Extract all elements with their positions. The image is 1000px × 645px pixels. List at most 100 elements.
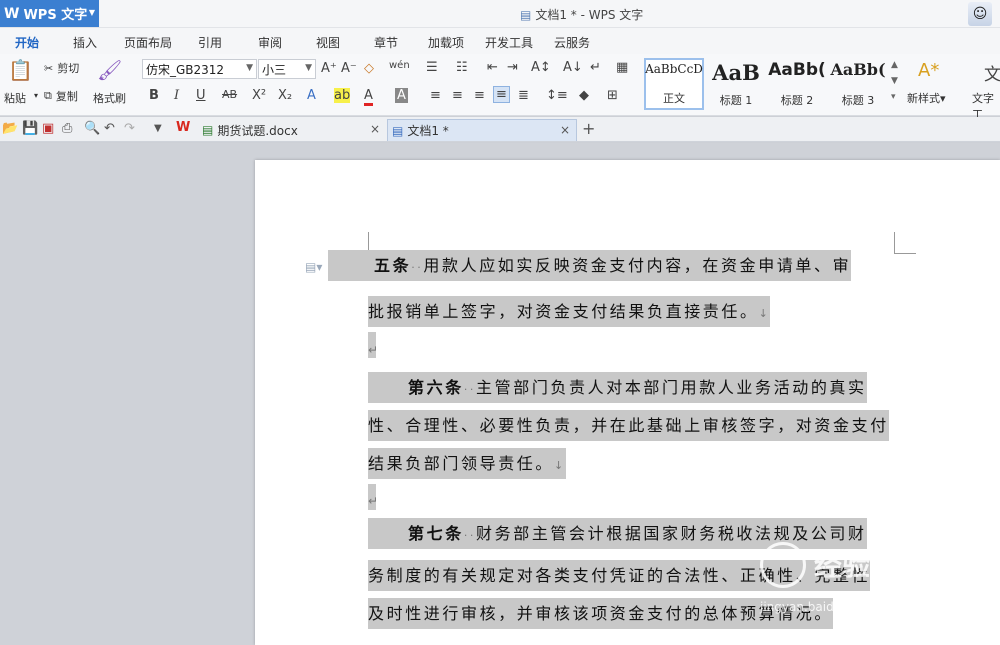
- underline-icon[interactable]: U: [196, 88, 206, 103]
- bold-icon[interactable]: B: [149, 88, 159, 103]
- clipboard-icon: 📋: [8, 58, 33, 82]
- show-marks-icon[interactable]: ↵: [590, 60, 601, 75]
- redo-icon[interactable]: ↷: [124, 121, 135, 136]
- print-icon[interactable]: ⎙: [62, 121, 72, 136]
- new-style-icon[interactable]: A*: [918, 60, 939, 81]
- new-tab-icon[interactable]: +: [582, 119, 595, 138]
- grow-font-icon[interactable]: A⁺: [321, 61, 337, 76]
- margin-corner-top-right: [894, 232, 916, 254]
- paragraph-shading-icon[interactable]: ◆: [579, 88, 589, 103]
- tab-home[interactable]: 开始: [10, 34, 44, 57]
- style-heading-3[interactable]: AaBb( 标题 3: [828, 58, 888, 110]
- paw-logo-icon: [760, 542, 806, 588]
- highlight-icon[interactable]: ab: [334, 88, 351, 103]
- scissors-icon: ✂: [44, 61, 54, 75]
- chevron-down-icon: ▼: [246, 63, 253, 73]
- style-heading-2[interactable]: AaBb( 标题 2: [767, 58, 827, 110]
- wps-home-icon[interactable]: W: [176, 120, 190, 135]
- paragraph-layout-icon[interactable]: ▤▾: [305, 260, 322, 274]
- app-menu-button[interactable]: W WPS 文字 ▼: [0, 0, 99, 27]
- doc-tab-futures-exam[interactable]: ▤ 期货试题.docx ×: [198, 119, 386, 141]
- align-right-icon[interactable]: ≡: [474, 88, 485, 103]
- save-icon[interactable]: 💾: [22, 121, 38, 136]
- format-painter-label[interactable]: 格式刷: [93, 90, 126, 106]
- chinese-layout-icon[interactable]: A↕: [531, 60, 551, 75]
- table-icon[interactable]: ▦: [616, 60, 628, 75]
- window-title: ▤ 文档1 * - WPS 文字: [520, 7, 644, 23]
- tab-view[interactable]: 视图: [316, 34, 340, 51]
- align-left-icon[interactable]: ≡: [430, 88, 441, 103]
- paragraph-6-line-2: 性、合理性、必要性负责，并在此基础上审核签字，对资金支付: [368, 410, 889, 441]
- paste-button[interactable]: 📋: [8, 58, 33, 82]
- tab-references[interactable]: 引用: [198, 34, 222, 51]
- align-center-icon[interactable]: ≡: [452, 88, 463, 103]
- paste-label[interactable]: 粘贴: [4, 90, 26, 106]
- chevron-down-icon[interactable]: ▾: [34, 91, 38, 100]
- style-normal[interactable]: AaBbCcD 正文: [644, 58, 704, 110]
- increase-indent-icon[interactable]: ⇥: [507, 60, 518, 75]
- font-size-select[interactable]: 小三 ▼: [258, 59, 316, 79]
- watermark-site: jingyan.baidu.com: [760, 600, 871, 614]
- paragraph-mark-icon: ↵: [368, 494, 379, 508]
- paragraph-6-line-1: 第六条··主管部门负责人对本部门用款人业务活动的真实: [368, 372, 867, 403]
- numbered-list-icon[interactable]: ☷: [456, 60, 468, 75]
- wps-logo-icon: W: [4, 5, 20, 22]
- doc-tab-document1[interactable]: ▤ 文档1 * ×: [387, 119, 577, 141]
- decrease-indent-icon[interactable]: ⇤: [487, 60, 498, 75]
- bullet-list-icon[interactable]: ☰: [426, 60, 438, 75]
- title-bar: W WPS 文字 ▼ ▤ 文档1 * - WPS 文字 ☺: [0, 0, 1000, 28]
- subscript-icon[interactable]: X₂: [278, 88, 292, 103]
- tab-review[interactable]: 审阅: [258, 34, 282, 51]
- char-shading-icon[interactable]: A: [395, 88, 408, 103]
- line-spacing-icon[interactable]: ↕≡: [546, 88, 568, 103]
- strikethrough-icon[interactable]: AB: [222, 88, 237, 101]
- sort-icon[interactable]: A↓: [563, 60, 583, 75]
- paragraph-5-line-2: 批报销单上签字，对资金支付结果负直接责任。↓: [368, 296, 771, 327]
- copy-button[interactable]: ⧉ 复制: [44, 88, 78, 104]
- baidu-jingyan-watermark: 经验 jingyan.baidu.com: [760, 530, 1000, 640]
- format-painter-button[interactable]: 🖌: [97, 58, 122, 82]
- export-pdf-icon[interactable]: ▣: [42, 121, 54, 136]
- quick-access-dropdown-icon[interactable]: ▼: [154, 123, 162, 134]
- tab-insert[interactable]: 插入: [73, 34, 97, 51]
- new-style-button[interactable]: 新样式 ▾: [907, 90, 946, 106]
- styles-scroll-up-icon[interactable]: ▲: [891, 60, 898, 70]
- paragraph-6-line-3: 结果负部门领导责任。↓: [368, 448, 566, 479]
- tab-sections[interactable]: 章节: [374, 34, 398, 51]
- text-tools-icon[interactable]: 文: [984, 60, 1000, 85]
- print-preview-icon[interactable]: 🔍: [84, 121, 100, 136]
- close-icon[interactable]: ×: [560, 123, 570, 137]
- font-name-select[interactable]: 仿宋_GB2312 ▼: [142, 59, 257, 79]
- paragraph-mark-icon: ↵: [368, 343, 379, 357]
- distributed-align-icon[interactable]: ≣: [518, 88, 529, 103]
- brush-icon: 🖌: [97, 58, 123, 82]
- tab-cloud-services[interactable]: 云服务: [554, 34, 590, 51]
- clear-format-icon[interactable]: ◇: [364, 61, 374, 76]
- ribbon-tabs: 开始 插入 页面布局 引用 审阅 视图 章节 加载项 开发工具 云服务: [0, 28, 1000, 57]
- undo-icon[interactable]: ↶: [104, 121, 115, 136]
- shrink-font-icon[interactable]: A⁻: [341, 61, 357, 76]
- paragraph-5-line-1: 五条··用款人应如实反映资金支付内容，在资金申请单、审: [328, 250, 852, 281]
- borders-icon[interactable]: ⊞: [607, 88, 618, 103]
- phonetic-guide-icon[interactable]: wén: [389, 60, 410, 71]
- document-tab-bar: 📂 💾 ▣ ⎙ 🔍 ↶ ↷ ▼ W ▤ 期货试题.docx × ▤ 文档1 * …: [0, 117, 1000, 142]
- user-avatar[interactable]: ☺: [968, 2, 992, 26]
- document-icon: ▤: [520, 7, 532, 22]
- tab-page-layout[interactable]: 页面布局: [124, 34, 172, 51]
- font-color-icon[interactable]: A: [364, 88, 373, 106]
- tab-addins[interactable]: 加载项: [428, 34, 464, 51]
- cut-button[interactable]: ✂ 剪切: [44, 60, 79, 76]
- open-folder-icon[interactable]: 📂: [2, 121, 18, 136]
- tab-developer[interactable]: 开发工具: [485, 34, 533, 51]
- styles-more-icon[interactable]: ▾: [891, 92, 896, 102]
- close-icon[interactable]: ×: [370, 122, 380, 136]
- styles-scroll-down-icon[interactable]: ▼: [891, 76, 898, 86]
- italic-icon[interactable]: I: [174, 88, 179, 103]
- chevron-down-icon: ▼: [88, 8, 95, 17]
- style-heading-1[interactable]: AaB 标题 1: [706, 58, 766, 110]
- text-effect-icon[interactable]: A: [307, 88, 316, 103]
- justify-icon[interactable]: ≡: [493, 86, 510, 103]
- document-icon: ▤: [392, 123, 404, 138]
- app-name: WPS 文字: [23, 8, 88, 23]
- superscript-icon[interactable]: X²: [252, 88, 266, 103]
